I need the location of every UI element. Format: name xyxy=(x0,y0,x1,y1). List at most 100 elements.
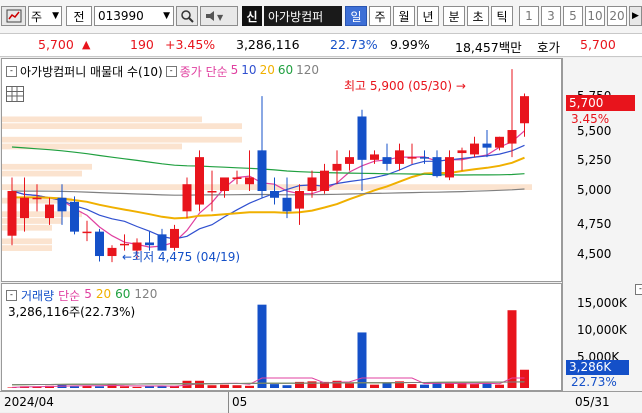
volume-profile-bar xyxy=(2,245,52,251)
date-label: 05/31 xyxy=(575,395,610,409)
volume-bar xyxy=(245,385,254,388)
down-candle xyxy=(270,191,279,198)
volume-bar xyxy=(120,386,129,388)
period-tab-month[interactable]: 월 xyxy=(393,6,415,26)
vma120-legend: 120 xyxy=(134,287,158,301)
down-candle xyxy=(357,116,367,160)
down-candle xyxy=(95,231,104,257)
price-chart-panel[interactable]: - 아가방컴퍼니 매물대 수(10) - 종가 단순 5 10 20 60 12… xyxy=(1,58,562,282)
period-tab-tick[interactable]: 틱 xyxy=(491,6,513,26)
up-candle xyxy=(232,177,242,179)
volume-info: 3,286,116주(22.73%) xyxy=(8,305,136,319)
vma5-legend: 5 xyxy=(84,287,92,301)
chevron-down-icon: ▼ xyxy=(163,11,170,21)
up-candle xyxy=(295,191,304,209)
arrow-left-icon: ← xyxy=(122,250,133,264)
volume-axis-label: 15,000K xyxy=(577,296,627,310)
period-tab-second[interactable]: 초 xyxy=(467,6,489,26)
volume-profile-bar xyxy=(2,238,52,245)
more-arrow-icon[interactable]: ▶ xyxy=(629,6,642,26)
turnover-rate: 9.99% xyxy=(390,37,430,52)
up-candle xyxy=(457,150,467,154)
chart-settings-icon[interactable] xyxy=(1,6,26,26)
up-candle xyxy=(395,150,404,164)
grid-table-icon[interactable] xyxy=(6,86,24,102)
volume-chart-panel[interactable]: - 거래량 단순 5 20 60 120 3,286,116주(22.73%) xyxy=(1,283,562,391)
down-candle xyxy=(432,157,442,177)
down-candle xyxy=(482,143,492,148)
down-candle xyxy=(420,157,429,159)
up-candle xyxy=(495,136,504,148)
volume-bar xyxy=(207,385,217,388)
panel-close-icon[interactable]: - xyxy=(635,284,642,295)
volume-profile-bar xyxy=(2,123,242,130)
volume-bar xyxy=(132,386,142,388)
volume-bar xyxy=(220,384,229,388)
up-candle xyxy=(520,96,529,124)
volume-bar xyxy=(520,369,529,388)
ma120-legend: 120 xyxy=(296,63,320,77)
volume-bar xyxy=(407,384,417,388)
up-candle xyxy=(7,191,17,236)
search-icon[interactable] xyxy=(176,6,198,26)
current-volume-tag: 3,286K xyxy=(566,360,629,375)
up-candle xyxy=(182,184,192,212)
interval-3-button[interactable]: 3 xyxy=(541,6,561,26)
current-price: 5,700 xyxy=(38,37,74,52)
collapse-icon[interactable]: - xyxy=(6,290,17,301)
collapse-icon[interactable]: - xyxy=(6,66,17,77)
period-tab-day[interactable]: 일 xyxy=(345,6,367,26)
price-chart-legend: - 아가방컴퍼니 매물대 수(10) - 종가 단순 5 10 20 60 12… xyxy=(6,63,319,80)
volume-pct: 22.73% xyxy=(330,37,378,52)
down-candle xyxy=(282,197,292,212)
chevron-down-icon: ▼ xyxy=(52,11,59,21)
price-axis[interactable]: 5,750 5,500 5,250 5,000 4,750 4,500 5,70… xyxy=(562,58,642,391)
sound-icon[interactable]: ▼ xyxy=(200,6,238,26)
volume-bar xyxy=(70,386,79,388)
volume-profile-bar xyxy=(2,116,202,123)
interval-10-button[interactable]: 10 xyxy=(585,6,605,26)
up-candle xyxy=(332,163,342,171)
ma-legend-label: 종가 단순 xyxy=(179,65,228,79)
arrow-right-icon: → xyxy=(455,79,466,93)
period-tab-minute[interactable]: 분 xyxy=(443,6,465,26)
up-candle xyxy=(32,197,42,200)
volume-profile-bar xyxy=(2,163,92,170)
volume-bar xyxy=(420,384,429,388)
volume-bar xyxy=(95,386,104,388)
trade-volume: 3,286,116 xyxy=(236,37,300,52)
up-candle xyxy=(107,247,117,257)
market-select-value: 주 xyxy=(31,9,43,24)
up-candle xyxy=(45,204,54,219)
up-candle xyxy=(170,228,179,248)
up-candle xyxy=(320,170,329,191)
volume-bar xyxy=(345,383,354,388)
interval-1-button[interactable]: 1 xyxy=(519,6,539,26)
stock-name: 아가방컴퍼 xyxy=(264,6,342,26)
quote-bar: 5,700 ▲ 190 +3.45% 3,286,116 22.73% 9.99… xyxy=(0,33,642,57)
toolbar: 주 ▼ 전 013990 ▼ ▼ 신 아가방컴퍼 일 주 월 년 분 초 틱 1… xyxy=(0,0,642,33)
period-tab-year[interactable]: 년 xyxy=(417,6,439,26)
date-axis[interactable]: 2024/04 05 05/31 xyxy=(0,391,642,413)
volume-profile-bar xyxy=(2,136,242,143)
settings-icon[interactable]: - xyxy=(165,66,177,77)
down-candle xyxy=(70,201,79,232)
market-select[interactable]: 주 ▼ xyxy=(28,6,62,26)
stock-code-input[interactable]: 013990 ▼ xyxy=(94,6,174,26)
interval-20-button[interactable]: 20 xyxy=(607,6,627,26)
volume-bar xyxy=(357,332,367,388)
current-pct-tag: 3.45% xyxy=(571,112,610,126)
date-label: 05 xyxy=(232,395,248,409)
volume-profile-bar xyxy=(2,170,82,177)
period-tab-week[interactable]: 주 xyxy=(369,6,391,26)
volume-bar xyxy=(107,384,117,388)
up-candle xyxy=(82,231,92,234)
price-chart[interactable] xyxy=(2,59,561,281)
code-prefix-button[interactable]: 전 xyxy=(66,6,92,26)
up-candle xyxy=(370,154,379,160)
interval-5-button[interactable]: 5 xyxy=(563,6,583,26)
ma5-legend: 5 xyxy=(230,63,239,77)
price-change-pct: +3.45% xyxy=(165,37,216,52)
axis-label: 5,500 xyxy=(577,124,612,138)
volume-bar xyxy=(370,384,379,388)
